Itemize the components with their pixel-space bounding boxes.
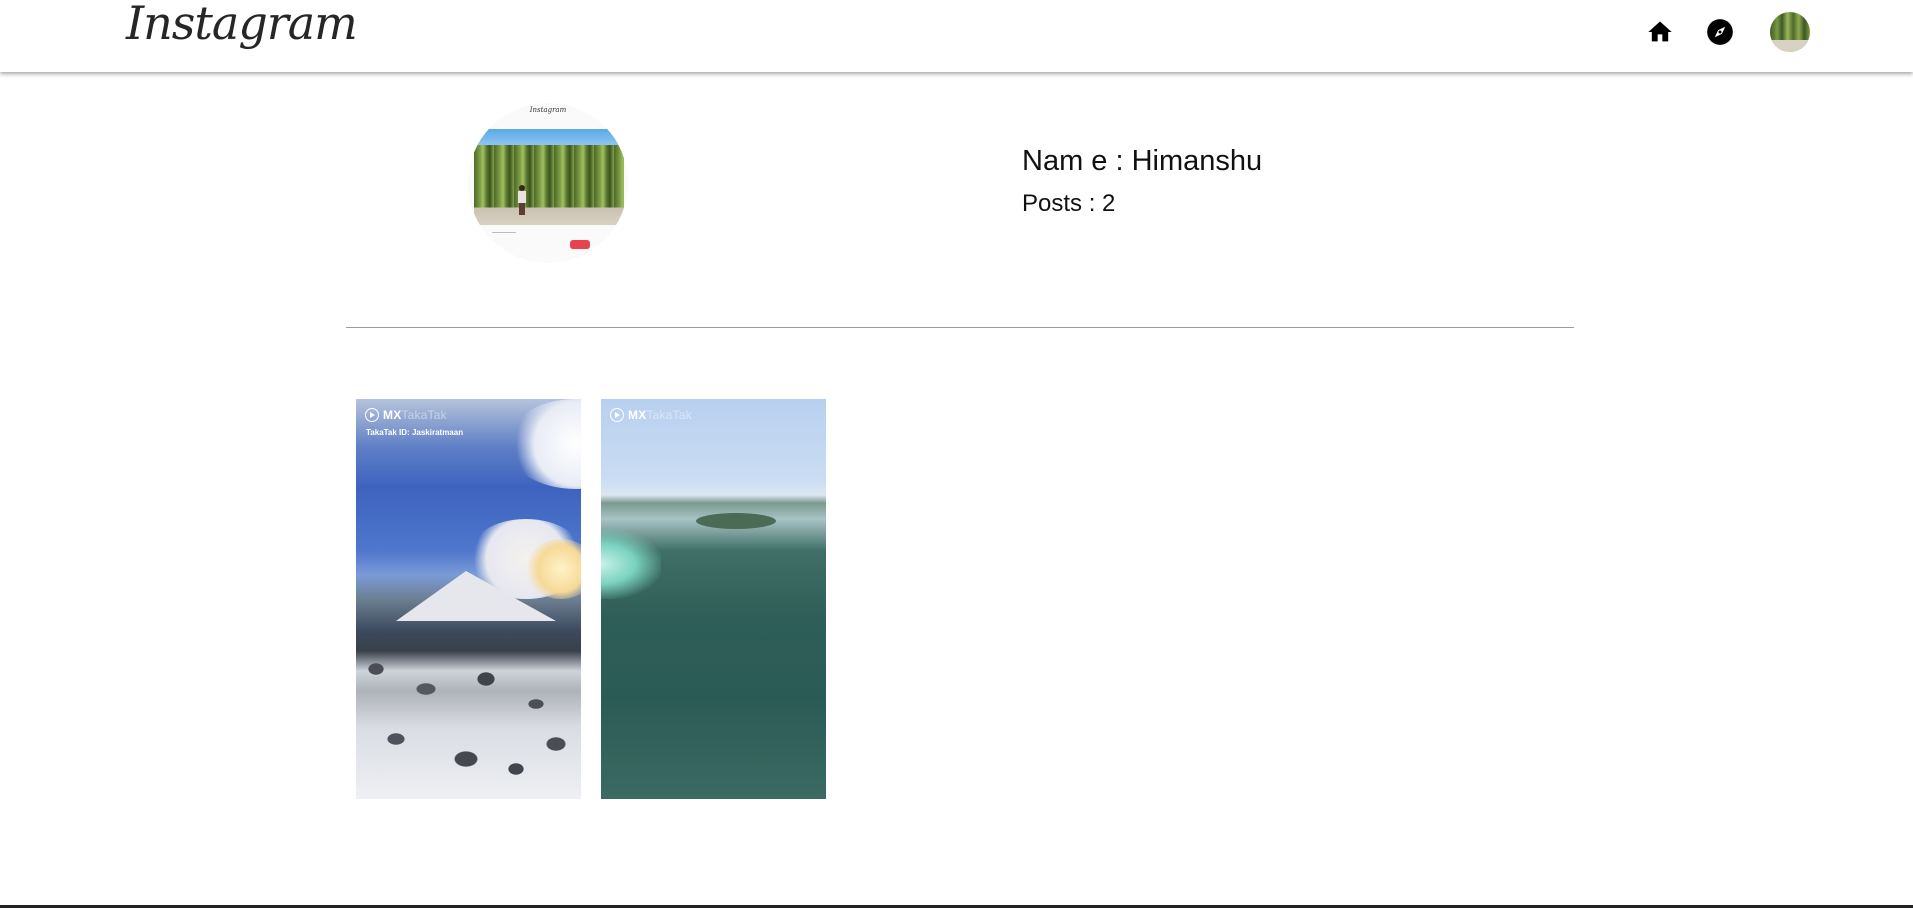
- play-icon: [610, 408, 624, 422]
- play-icon: [365, 408, 379, 422]
- profile-picture-person: [518, 185, 526, 215]
- home-icon[interactable]: [1646, 18, 1674, 46]
- profile-divider: [346, 327, 1574, 328]
- profile-picture-ui-line: [492, 232, 516, 238]
- explore-icon[interactable]: [1706, 18, 1734, 46]
- waterfall-image: [601, 399, 826, 799]
- mx-takatak-watermark: MXTakaTak: [610, 408, 692, 422]
- post-caption: TakaTak ID: Jaskiratmaan: [366, 428, 464, 437]
- profile-picture-sky: [474, 129, 624, 145]
- top-navbar: Instagram: [0, 0, 1913, 72]
- profile-picture-title: Instagram: [529, 106, 567, 114]
- post-thumbnail[interactable]: MXTakaTak TakaTak ID: Jaskiratmaan: [356, 399, 581, 799]
- instagram-logo[interactable]: Instagram: [126, 0, 358, 50]
- avatar[interactable]: [1770, 12, 1810, 52]
- mx-takatak-watermark: MXTakaTak: [365, 408, 447, 422]
- profile-picture: Instagram: [468, 103, 628, 263]
- post-thumbnail[interactable]: MXTakaTak: [601, 399, 826, 799]
- profile-name: Nam e : Himanshu: [1022, 145, 1263, 177]
- like-badge: [570, 240, 590, 249]
- posts-count: Posts : 2: [1022, 190, 1116, 217]
